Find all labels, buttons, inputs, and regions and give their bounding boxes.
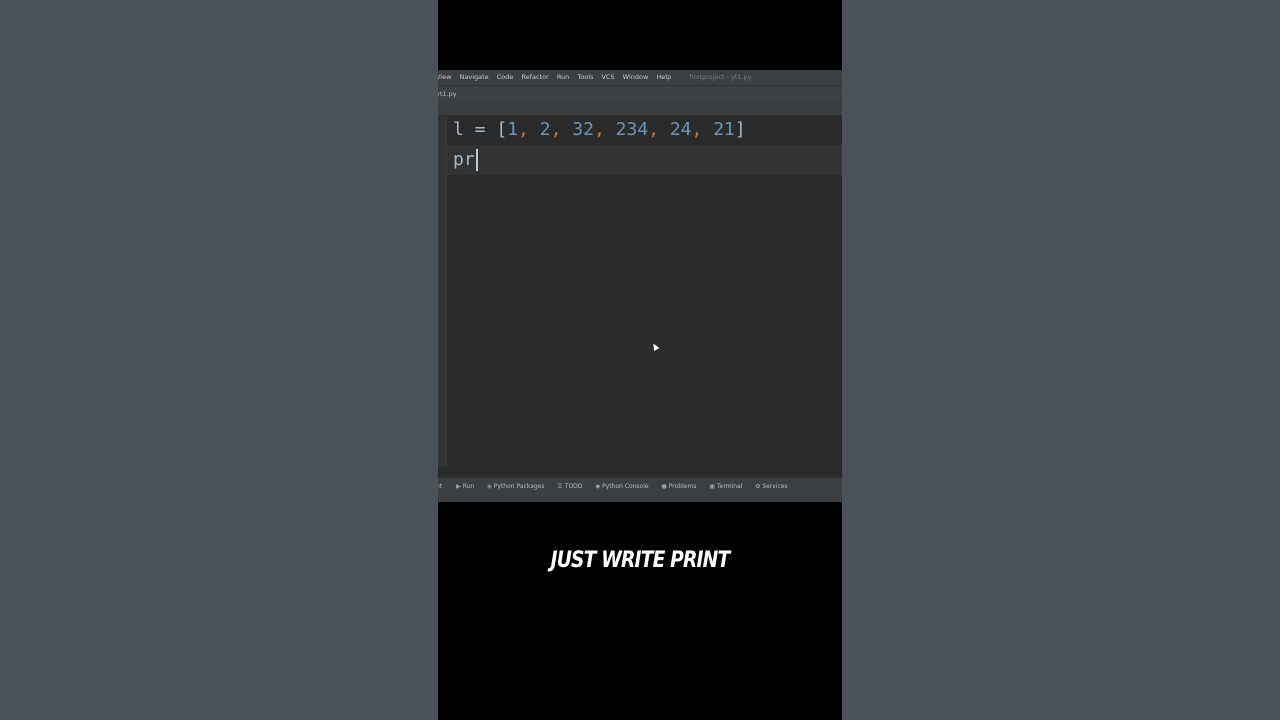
menu-run[interactable]: Run <box>557 70 569 85</box>
tool-window-run[interactable]: ▶ Run <box>456 478 474 495</box>
code-assign: = <box>463 119 497 140</box>
tool-window-label: Run <box>462 483 475 490</box>
file-tab[interactable]: yt1.py <box>438 86 457 102</box>
menu-refactor[interactable]: Refactor <box>521 70 548 85</box>
list-value: 24 <box>669 119 692 140</box>
mouse-pointer-icon <box>650 341 660 352</box>
menu-help[interactable]: Help <box>656 70 671 85</box>
typed-text: pr <box>453 149 475 170</box>
editor-tab-bar: yt1.py <box>438 85 842 102</box>
list-value: 32 <box>572 119 594 140</box>
list-separator: , <box>593 119 616 140</box>
console-icon: ◆ <box>595 483 601 490</box>
menu-tools[interactable]: Tools <box>577 70 593 85</box>
code-open-bracket: [ <box>496 119 508 140</box>
tool-window-services[interactable]: ✿ Services <box>755 478 787 495</box>
list-separator: , <box>691 119 714 140</box>
tool-window-python-packages[interactable]: ◈ Python Packages <box>487 478 544 495</box>
terminal-icon: ▣ <box>709 483 716 490</box>
list-separator: , <box>648 119 670 140</box>
current-line-highlight <box>447 145 842 175</box>
list-value: 234 <box>615 119 649 140</box>
tool-window-todo[interactable]: ☰ TODO <box>557 478 582 495</box>
tool-window-label: nt <box>438 483 443 490</box>
todo-icon: ☰ <box>557 483 563 490</box>
tool-window-label: Python Console <box>602 483 649 490</box>
code-line-2[interactable]: pr <box>453 145 478 175</box>
code-close-bracket: ] <box>734 119 746 140</box>
list-value: 1 <box>507 119 519 140</box>
editor-gutter <box>438 115 447 467</box>
text-caret <box>475 149 478 171</box>
menu-view[interactable]: View <box>438 70 451 85</box>
tool-window-bar: nt ▶Run ◈Python Packages ☰TODO ◆Python C… <box>438 477 842 502</box>
tool-window-label: Services <box>762 483 788 490</box>
services-icon: ✿ <box>755 483 761 490</box>
menu-vcs[interactable]: VCS <box>601 70 614 85</box>
project-title: firstproject - yt1.py <box>689 73 752 81</box>
tool-window-python-console[interactable]: ◆ Python Console <box>595 478 648 495</box>
menu-code[interactable]: Code <box>497 70 514 85</box>
video-frame: View Navigate Code Refactor Run Tools VC… <box>438 0 842 720</box>
code-variable: l <box>453 119 464 140</box>
tool-window-label: Terminal <box>717 483 743 490</box>
video-caption: JUST WRITE PRINT <box>550 548 731 573</box>
packages-icon: ◈ <box>487 483 492 490</box>
menu-navigate[interactable]: Navigate <box>460 70 489 85</box>
list-separator: , <box>518 119 540 140</box>
tool-window-label: Python Packages <box>493 483 545 490</box>
code-editor[interactable]: l = [1, 2, 32, 234, 24, 21] pr <box>438 115 842 467</box>
tool-window-label: TODO <box>564 483 583 490</box>
problems-icon: ● <box>661 483 667 490</box>
editor-toolstrip <box>438 101 842 116</box>
list-separator: , <box>550 119 573 140</box>
run-icon: ▶ <box>456 483 461 490</box>
code-line-1[interactable]: l = [1, 2, 32, 234, 24, 21] <box>453 115 746 145</box>
tool-window-label: Problems <box>668 483 697 490</box>
ide-window: View Navigate Code Refactor Run Tools VC… <box>438 70 842 502</box>
menu-window[interactable]: Window <box>623 70 649 85</box>
tool-window-partial[interactable]: nt <box>438 478 442 495</box>
list-value: 2 <box>539 119 551 140</box>
menu-bar: View Navigate Code Refactor Run Tools VC… <box>438 70 842 85</box>
tool-window-problems[interactable]: ● Problems <box>662 478 697 495</box>
list-value: 21 <box>713 119 735 140</box>
tool-window-terminal[interactable]: ▣ Terminal <box>709 478 742 495</box>
